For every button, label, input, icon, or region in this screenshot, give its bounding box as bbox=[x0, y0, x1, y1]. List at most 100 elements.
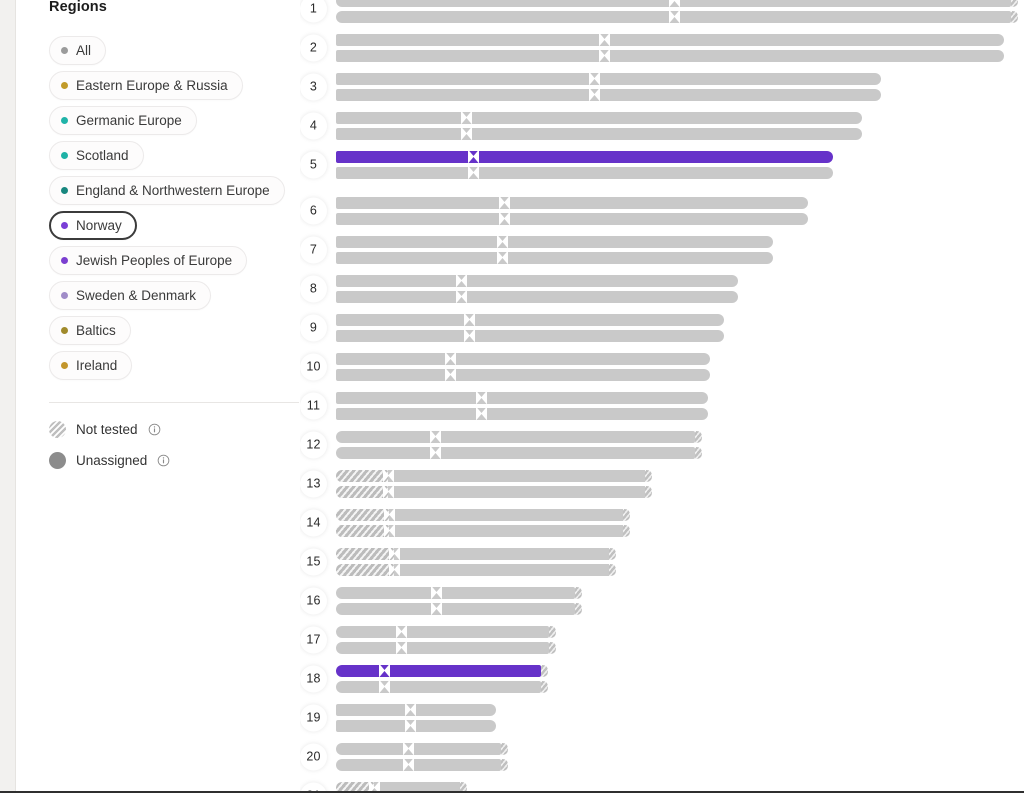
chromosome-segment-not-tested[interactable] bbox=[336, 524, 389, 537]
chromosome-strand[interactable] bbox=[336, 289, 738, 304]
chromosome-strand[interactable] bbox=[336, 165, 833, 180]
region-chip-baltics[interactable]: Baltics bbox=[49, 316, 131, 345]
chromosome-row[interactable]: 8 bbox=[300, 269, 1024, 308]
chromosome-row[interactable]: 16 bbox=[300, 581, 1024, 620]
chromosome-segment-unassigned[interactable] bbox=[336, 680, 541, 693]
region-chip-all[interactable]: All bbox=[49, 36, 107, 65]
chromosome-strand[interactable] bbox=[336, 367, 710, 382]
region-chip-ireland[interactable]: Ireland bbox=[49, 351, 133, 380]
chromosome-segment-unassigned[interactable] bbox=[394, 563, 609, 576]
chromosome-segment-not-tested-tip[interactable] bbox=[695, 446, 702, 459]
chromosome-segment-not-tested-tip[interactable] bbox=[623, 508, 630, 521]
chromosome-strand[interactable] bbox=[336, 679, 548, 694]
chromosome-segment-unassigned[interactable] bbox=[336, 49, 1004, 62]
chromosome-strand[interactable] bbox=[336, 0, 1018, 8]
chromosome-segment-unassigned[interactable] bbox=[336, 446, 695, 459]
chromosome-segment-not-tested-tip[interactable] bbox=[1011, 10, 1018, 23]
chromosome-row[interactable]: 18 bbox=[300, 659, 1024, 698]
chromosome-segment-not-tested-tip[interactable] bbox=[549, 625, 556, 638]
chromosome-segment-not-tested-tip[interactable] bbox=[541, 680, 548, 693]
chromosome-segment-not-tested-tip[interactable] bbox=[645, 485, 652, 498]
chromosome-segment-unassigned[interactable] bbox=[336, 235, 773, 248]
chromosome-segment-not-tested-tip[interactable] bbox=[549, 641, 556, 654]
chromosome-segment-unassigned[interactable] bbox=[389, 508, 623, 521]
chromosome-strand[interactable] bbox=[336, 640, 556, 655]
chromosome-segment-unassigned[interactable] bbox=[336, 313, 724, 326]
chromosome-row[interactable]: 14 bbox=[300, 503, 1024, 542]
chromosome-segment-unassigned[interactable] bbox=[336, 274, 738, 287]
chromosome-row[interactable]: 7 bbox=[300, 230, 1024, 269]
chromosome-strand[interactable] bbox=[336, 468, 652, 483]
chromosome-strand[interactable] bbox=[336, 211, 808, 226]
chromosome-strand[interactable] bbox=[336, 328, 724, 343]
chromosome-segment-not-tested[interactable] bbox=[336, 508, 389, 521]
chromosome-strand[interactable] bbox=[336, 351, 710, 366]
chromosome-segment-not-tested-tip[interactable] bbox=[575, 602, 582, 615]
chromosome-segment-unassigned[interactable] bbox=[336, 33, 1004, 46]
chromosome-segment-unassigned[interactable] bbox=[336, 111, 862, 124]
chromosome-strand[interactable] bbox=[336, 546, 616, 561]
chromosome-segment-not-tested-tip[interactable] bbox=[1011, 0, 1018, 7]
chromosome-strand[interactable] bbox=[336, 234, 773, 249]
chromosome-strand[interactable] bbox=[336, 126, 862, 141]
chromosome-strand[interactable] bbox=[336, 562, 616, 577]
region-chip-england-northwestern-europe[interactable]: England & Northwestern Europe bbox=[49, 176, 285, 205]
region-chip-jewish-peoples-of-europe[interactable]: Jewish Peoples of Europe bbox=[49, 246, 248, 275]
info-icon[interactable] bbox=[148, 423, 161, 436]
chromosome-strand[interactable] bbox=[336, 757, 508, 772]
chromosome-segment-unassigned[interactable] bbox=[389, 524, 623, 537]
chromosome-strand[interactable] bbox=[336, 87, 881, 102]
chromosome-segment-unassigned[interactable] bbox=[336, 742, 501, 755]
chromosome-segment-unassigned[interactable] bbox=[336, 719, 496, 732]
chromosome-strand[interactable] bbox=[336, 71, 881, 86]
chromosome-row[interactable]: 17 bbox=[300, 620, 1024, 659]
chromosome-segment-not-tested-tip[interactable] bbox=[501, 758, 508, 771]
chromosome-segment-unassigned[interactable] bbox=[336, 641, 549, 654]
chromosome-segment-unassigned[interactable] bbox=[336, 586, 575, 599]
chromosome-segment-not-tested-tip[interactable] bbox=[609, 563, 616, 576]
chromosome-segment-unassigned[interactable] bbox=[336, 430, 695, 443]
chromosome-segment-unassigned[interactable] bbox=[336, 368, 710, 381]
region-chip-germanic-europe[interactable]: Germanic Europe bbox=[49, 106, 197, 135]
chromosome-segment-not-tested-tip[interactable] bbox=[541, 664, 548, 677]
chromosome-segment-unassigned[interactable] bbox=[336, 625, 549, 638]
chromosome-segment-unassigned[interactable] bbox=[388, 469, 645, 482]
chromosome-strand[interactable] bbox=[336, 312, 724, 327]
chromosome-segment-not-tested[interactable] bbox=[336, 469, 388, 482]
chromosome-strand[interactable] bbox=[336, 624, 556, 639]
chromosome-strand[interactable] bbox=[336, 663, 548, 678]
chromosome-segment-unassigned[interactable] bbox=[394, 547, 609, 560]
chromosome-row[interactable]: 19 bbox=[300, 698, 1024, 737]
chromosome-row[interactable]: 15 bbox=[300, 542, 1024, 581]
chromosome-strand[interactable] bbox=[336, 445, 702, 460]
chromosome-segment-unassigned[interactable] bbox=[336, 212, 808, 225]
chromosome-segment-not-tested-tip[interactable] bbox=[623, 524, 630, 537]
chromosome-strand[interactable] bbox=[336, 523, 630, 538]
region-chip-norway[interactable]: Norway bbox=[49, 211, 137, 240]
chromosome-strand[interactable] bbox=[336, 406, 708, 421]
chromosome-row[interactable]: 1 bbox=[300, 0, 1024, 28]
region-chip-eastern-europe-russia[interactable]: Eastern Europe & Russia bbox=[49, 71, 243, 100]
chromosome-segment-not-tested-tip[interactable] bbox=[609, 547, 616, 560]
chromosome-segment-not-tested-tip[interactable] bbox=[645, 469, 652, 482]
chromosome-row[interactable]: 11 bbox=[300, 386, 1024, 425]
chromosome-segment-unassigned[interactable] bbox=[336, 758, 501, 771]
chromosome-segment-not-tested-tip[interactable] bbox=[575, 586, 582, 599]
chromosome-segment-unassigned[interactable] bbox=[336, 72, 881, 85]
chromosome-strand[interactable] bbox=[336, 718, 496, 733]
chromosome-row[interactable]: 9 bbox=[300, 308, 1024, 347]
chromosome-segment-not-tested-tip[interactable] bbox=[501, 742, 508, 755]
chromosome-row[interactable]: 10 bbox=[300, 347, 1024, 386]
region-chip-sweden-denmark[interactable]: Sweden & Denmark bbox=[49, 281, 212, 310]
chromosome-segment-region[interactable] bbox=[336, 664, 541, 677]
info-icon[interactable] bbox=[157, 454, 170, 467]
chromosome-strand[interactable] bbox=[336, 110, 862, 125]
chromosome-segment-unassigned[interactable] bbox=[336, 703, 496, 716]
chromosome-segment-unassigned[interactable] bbox=[336, 166, 833, 179]
chromosome-strand[interactable] bbox=[336, 32, 1004, 47]
chromosome-segment-unassigned[interactable] bbox=[336, 88, 881, 101]
chromosome-segment-not-tested[interactable] bbox=[336, 485, 388, 498]
chromosome-row[interactable]: 13 bbox=[300, 464, 1024, 503]
chromosome-strand[interactable] bbox=[336, 195, 808, 210]
chromosome-row[interactable]: 3 bbox=[300, 67, 1024, 106]
